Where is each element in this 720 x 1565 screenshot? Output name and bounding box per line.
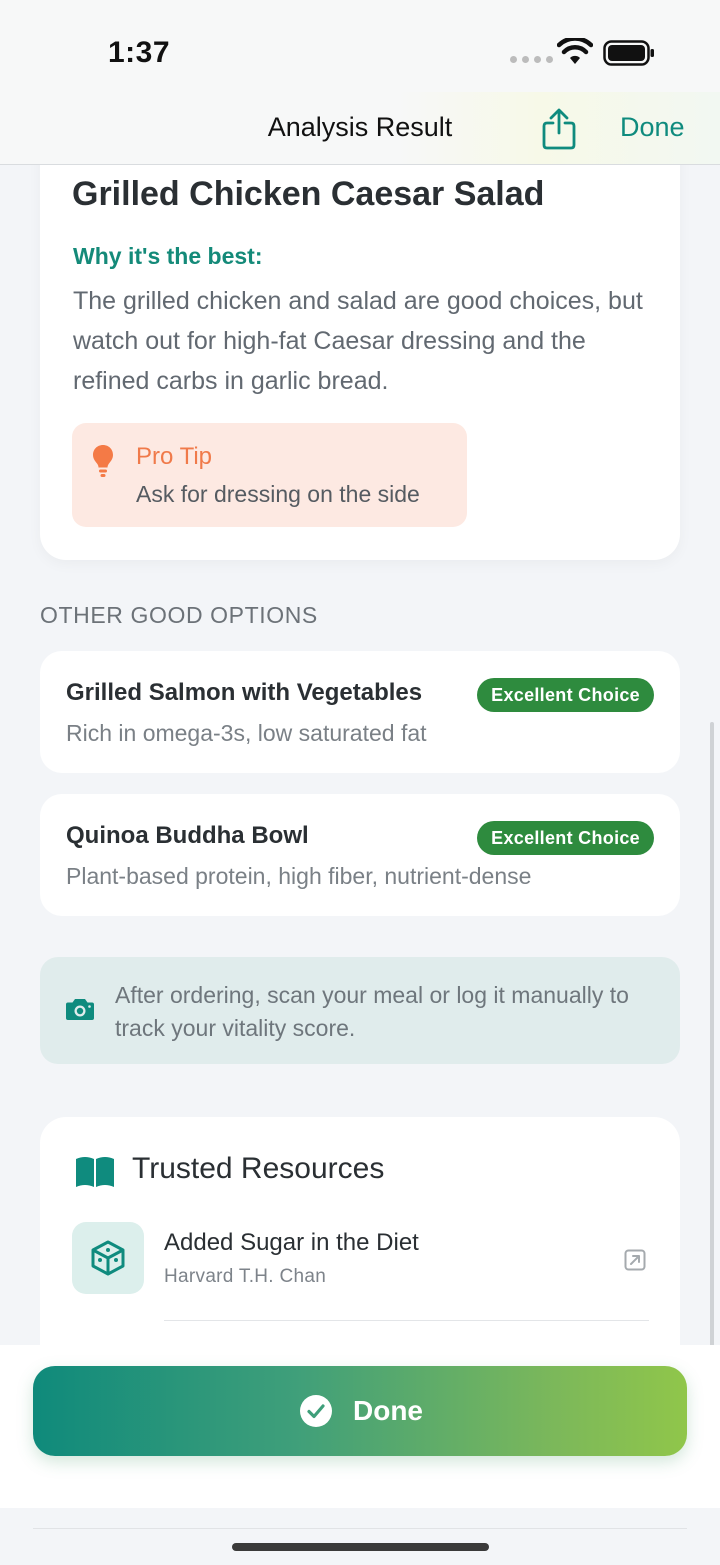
option-name: Grilled Salmon with Vegetables	[66, 679, 423, 706]
camera-icon	[66, 999, 94, 1020]
cellular-signal-icon	[510, 56, 553, 63]
navigation-bar: Analysis Result Done	[0, 92, 720, 165]
status-time: 1:37	[108, 36, 171, 69]
pro-tip-box: Pro Tip Ask for dressing on the side	[72, 423, 467, 527]
excellent-choice-badge: Excellent Choice	[477, 821, 654, 855]
wifi-icon	[557, 38, 593, 64]
excellent-choice-badge: Excellent Choice	[477, 678, 654, 712]
battery-icon	[603, 40, 654, 66]
page-title: Analysis Result	[267, 112, 453, 142]
scroll-content[interactable]: Grilled Chicken Caesar Salad Why it's th…	[0, 165, 720, 1345]
pro-tip-title: Pro Tip	[136, 443, 213, 470]
nav-done-button[interactable]: Done	[620, 112, 685, 143]
checkmark-circle-icon	[300, 1395, 332, 1427]
best-choice-card: Grilled Chicken Caesar Salad Why it's th…	[40, 165, 680, 560]
option-card[interactable]: Quinoa Buddha Bowl Excellent Choice Plan…	[40, 794, 680, 916]
other-options-header: OTHER GOOD OPTIONS	[40, 602, 318, 628]
option-description: Plant-based protein, high fiber, nutrien…	[66, 863, 532, 889]
why-text: The grilled chicken and salad are good c…	[73, 287, 643, 395]
resources-title: Trusted Resources	[132, 1152, 385, 1185]
lightbulb-icon	[93, 445, 113, 477]
external-link-icon[interactable]	[624, 1249, 646, 1271]
why-label: Why it's the best:	[73, 243, 263, 269]
done-button[interactable]: Done	[33, 1366, 687, 1456]
best-choice-title: Grilled Chicken Caesar Salad	[72, 175, 545, 213]
resource-thumbnail	[72, 1222, 144, 1294]
status-bar: 1:37	[0, 0, 720, 92]
option-card[interactable]: Grilled Salmon with Vegetables Excellent…	[40, 651, 680, 773]
option-name: Quinoa Buddha Bowl	[66, 822, 309, 849]
done-button-label: Done	[353, 1395, 423, 1426]
bottom-action-panel: Done	[0, 1345, 720, 1508]
scan-meal-info: After ordering, scan your meal or log it…	[40, 957, 680, 1064]
pro-tip-text: Ask for dressing on the side	[136, 481, 420, 507]
option-description: Rich in omega-3s, low saturated fat	[66, 720, 427, 746]
share-icon[interactable]	[541, 108, 577, 150]
cube-icon	[91, 1240, 125, 1276]
scrollbar[interactable]	[710, 722, 714, 1345]
divider	[33, 1528, 687, 1529]
book-icon	[76, 1157, 114, 1187]
info-text: After ordering, scan your meal or log it…	[115, 982, 629, 1041]
resource-title[interactable]: Added Sugar in the Diet	[164, 1229, 419, 1257]
resource-source: Harvard T.H. Chan	[164, 1266, 327, 1287]
divider	[164, 1320, 649, 1321]
home-area	[0, 1508, 720, 1565]
home-indicator[interactable]	[232, 1543, 489, 1551]
trusted-resources-card: Trusted Resources Added Sugar in the Die…	[40, 1117, 680, 1345]
